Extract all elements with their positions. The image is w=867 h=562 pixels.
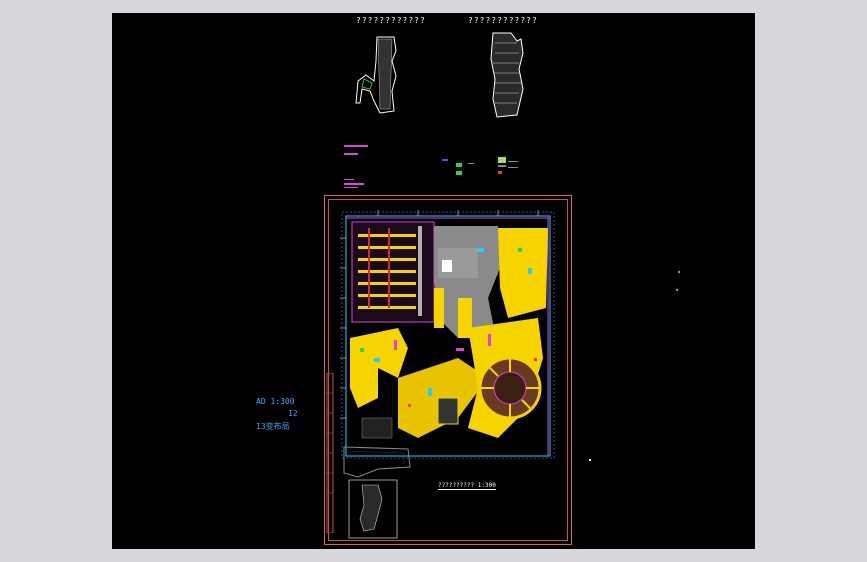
- stray-point: [676, 289, 678, 291]
- elevation-drawing-left: [355, 36, 397, 114]
- site-plan: [340, 210, 555, 459]
- key-plan: [348, 479, 398, 539]
- annotation-number: 12: [288, 409, 298, 418]
- stray-point: [589, 459, 591, 461]
- elevation-drawing-right: [490, 32, 524, 118]
- title-strip: [326, 373, 334, 533]
- elevation-title-left: ????????????: [356, 16, 426, 25]
- plan-title: ?????????? 1:300: [438, 482, 496, 490]
- elevation-title-right: ????????????: [468, 16, 538, 25]
- stray-point: [678, 271, 680, 273]
- annotation-scale: AD 1:300: [256, 397, 295, 406]
- site-outline-extension: [343, 446, 411, 478]
- legend-block: [344, 145, 518, 188]
- annotation-layout: 13变布局: [256, 422, 290, 431]
- cad-drawing-viewport[interactable]: ???????????? ???????????? ?????????? 1:3…: [112, 13, 755, 549]
